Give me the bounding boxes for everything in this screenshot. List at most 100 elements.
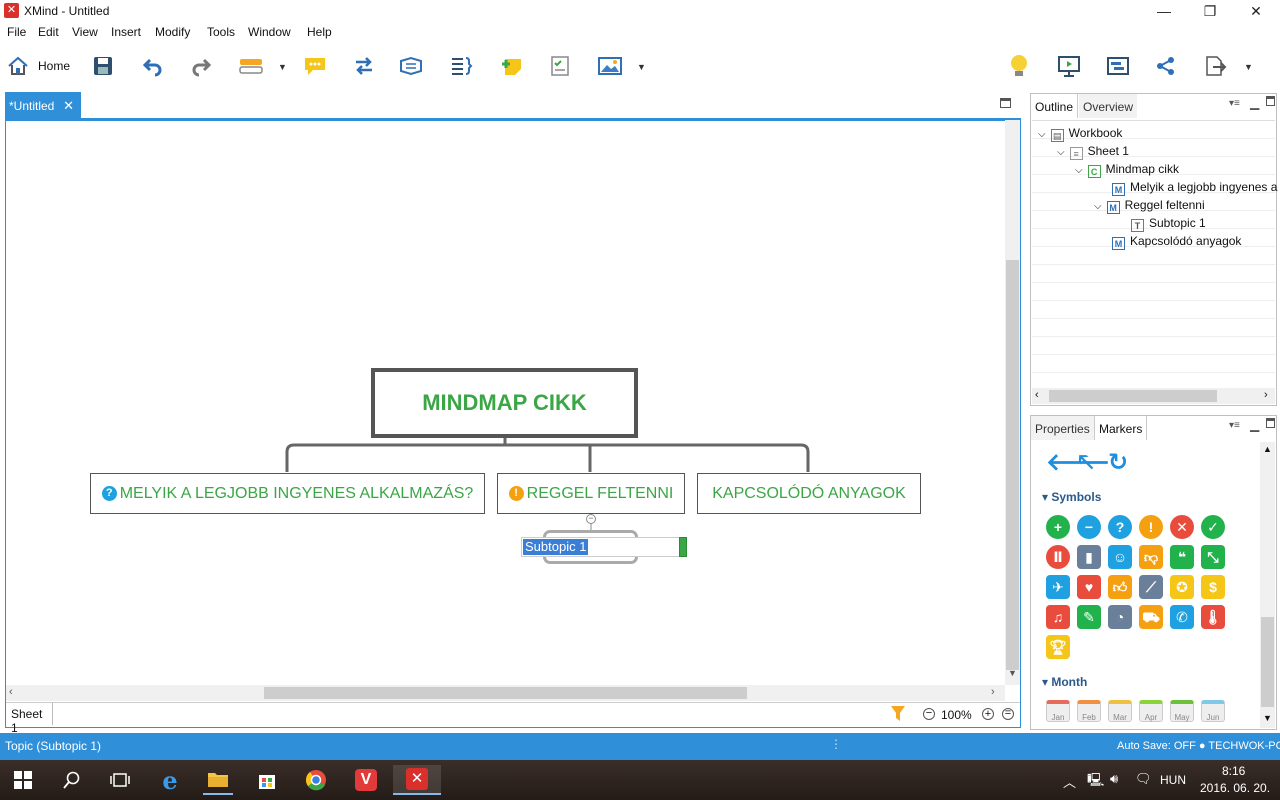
outline-scroll-thumb[interactable] <box>1049 390 1217 402</box>
symbols-section-header[interactable]: ▾ Symbols <box>1042 490 1101 504</box>
month-section-header[interactable]: ▾ Month <box>1042 675 1087 689</box>
horizontal-scroll-thumb[interactable] <box>264 687 747 699</box>
menu-window[interactable]: Window <box>248 25 291 39</box>
month-jun-marker-icon[interactable]: Jun <box>1201 700 1225 722</box>
plus-marker-icon[interactable]: + <box>1046 515 1070 539</box>
presentation-button[interactable] <box>1054 52 1084 80</box>
thermometer-marker-icon[interactable]: 🌡︎ <box>1201 605 1225 629</box>
boundary-button[interactable] <box>396 52 426 80</box>
cross-marker-icon[interactable]: ✕ <box>1170 515 1194 539</box>
vertical-scrollbar[interactable]: ▼ <box>1005 120 1020 685</box>
vivaldi-app[interactable]: V <box>351 765 381 795</box>
month-may-marker-icon[interactable]: May <box>1170 700 1194 722</box>
share-button[interactable] <box>1151 52 1181 80</box>
menu-insert[interactable]: Insert <box>111 25 141 39</box>
minimize-button[interactable]: — <box>1141 0 1187 22</box>
panel-menu-icon[interactable]: ▾≡ <box>1229 98 1240 109</box>
resize-handle[interactable] <box>679 537 687 557</box>
start-button[interactable] <box>8 765 38 795</box>
chrome-app[interactable] <box>301 765 331 795</box>
pencil-marker-icon[interactable]: ✎ <box>1077 605 1101 629</box>
central-topic[interactable]: MINDMAP CIKK <box>371 368 638 438</box>
markers-scrollbar[interactable]: ▲ ▼ <box>1260 442 1275 728</box>
pie-chart-marker-icon[interactable]: ◔ <box>1108 605 1132 629</box>
brainstorm-button[interactable] <box>1004 52 1034 80</box>
scroll-down-icon[interactable]: ▼ <box>1263 713 1272 723</box>
zoom-fit-icon[interactable]: = <box>1002 708 1014 720</box>
xmind-app[interactable]: ✕ <box>393 765 441 795</box>
menu-help[interactable]: Help <box>307 25 332 39</box>
menu-file[interactable]: File <box>7 25 26 39</box>
sheet-tab[interactable]: Sheet 1 <box>6 703 53 735</box>
topic-melyik[interactable]: ? MELYIK A LEGJOBB INGYENES ALKALMAZÁS? <box>90 473 485 514</box>
undo-button[interactable] <box>138 52 168 80</box>
scroll-down-icon[interactable]: ▼ <box>1008 668 1017 678</box>
month-feb-marker-icon[interactable]: Feb <box>1077 700 1101 722</box>
tab-outline[interactable]: Outline <box>1031 94 1079 118</box>
outline-hscrollbar[interactable]: ‹ › <box>1032 388 1275 404</box>
close-window-button[interactable]: ✕ <box>1233 0 1279 22</box>
image-dropdown-icon[interactable]: ▼ <box>637 62 646 72</box>
scroll-left-icon[interactable]: ‹ <box>1035 389 1039 401</box>
callout-button[interactable] <box>300 52 330 80</box>
expand-icon[interactable]: ⌵ <box>1075 165 1083 176</box>
clock-time[interactable]: 8:16 <box>1222 764 1245 778</box>
redo-button[interactable] <box>186 52 216 80</box>
tab-markers[interactable]: Markers <box>1094 416 1148 440</box>
task-view-button[interactable] <box>105 765 135 795</box>
home-button[interactable]: Home <box>6 53 78 79</box>
scroll-up-icon[interactable]: ▲ <box>1263 444 1272 454</box>
panel-maximize-icon[interactable] <box>1266 96 1275 106</box>
expand-icon[interactable]: ⌵ <box>1038 129 1046 140</box>
phone-marker-icon[interactable]: ✆ <box>1170 605 1194 629</box>
edge-app[interactable]: e <box>155 765 185 795</box>
search-button[interactable] <box>57 765 87 795</box>
show-hidden-icons-icon[interactable]: ︿ <box>1063 772 1076 791</box>
tab-untitled[interactable]: *Untitled ✕ <box>5 92 81 118</box>
maximize-button[interactable]: ❐ <box>1187 0 1233 22</box>
airplane-marker-icon[interactable]: ✈ <box>1046 575 1070 599</box>
relationship-button[interactable] <box>349 52 379 80</box>
tree-row-sheet[interactable]: ⌵ ≡ Sheet 1 <box>1057 142 1129 160</box>
tree-row-reggel[interactable]: ⌵ M Reggel feltenni <box>1094 196 1205 214</box>
menu-modify[interactable]: Modify <box>155 25 190 39</box>
month-jan-marker-icon[interactable]: Jan <box>1046 700 1070 722</box>
bar-chart-marker-icon[interactable]: ▮ <box>1077 545 1101 569</box>
music-marker-icon[interactable]: ♫ <box>1046 605 1070 629</box>
scroll-right-icon[interactable]: › <box>1264 389 1268 401</box>
save-button[interactable] <box>88 52 118 80</box>
month-mar-marker-icon[interactable]: Mar <box>1108 700 1132 722</box>
export-button[interactable] <box>1200 52 1230 80</box>
language-indicator[interactable]: HUN <box>1160 773 1186 787</box>
summary-button[interactable] <box>446 52 476 80</box>
panel-minimize-icon[interactable]: ▁ <box>1250 96 1259 110</box>
question-marker-icon[interactable]: ? <box>1108 515 1132 539</box>
menu-view[interactable]: View <box>72 25 98 39</box>
exclamation-marker-icon[interactable]: ! <box>1139 515 1163 539</box>
check-marker-icon[interactable]: ✓ <box>1201 515 1225 539</box>
thumbs-up-marker-icon[interactable]: 👍︎ <box>1108 575 1132 599</box>
export-dropdown-icon[interactable]: ▼ <box>1244 62 1253 72</box>
expand-marker-icon[interactable]: ⤡ <box>1201 545 1225 569</box>
dollar-marker-icon[interactable]: $ <box>1201 575 1225 599</box>
subtopic-edit-input[interactable]: Subtopic 1 <box>521 537 681 557</box>
arrow-up-left-marker-icon[interactable]: 🡔 <box>1078 451 1094 475</box>
gantt-button[interactable] <box>1103 52 1133 80</box>
network-icon[interactable]: 🖳︎ <box>1087 771 1104 793</box>
clock-date[interactable]: 2016. 06. 20. <box>1200 781 1270 795</box>
minus-marker-icon[interactable]: − <box>1077 515 1101 539</box>
zoom-in-icon[interactable]: + <box>982 708 994 720</box>
close-tab-icon[interactable]: ✕ <box>63 98 74 114</box>
menu-tools[interactable]: Tools <box>207 25 235 39</box>
refresh-marker-icon[interactable]: ↻ <box>1108 451 1128 475</box>
panel-maximize-icon[interactable] <box>1266 418 1275 428</box>
expand-icon[interactable]: ⌵ <box>1094 201 1102 212</box>
menu-edit[interactable]: Edit <box>38 25 59 39</box>
store-app[interactable] <box>252 765 282 795</box>
medal-marker-icon[interactable]: ✪ <box>1170 575 1194 599</box>
maximize-editor-icon[interactable] <box>1000 98 1011 108</box>
explorer-app[interactable] <box>203 765 233 795</box>
scroll-left-icon[interactable]: ‹ <box>9 686 13 698</box>
zoom-out-icon[interactable]: − <box>923 708 935 720</box>
task-button[interactable] <box>545 52 575 80</box>
